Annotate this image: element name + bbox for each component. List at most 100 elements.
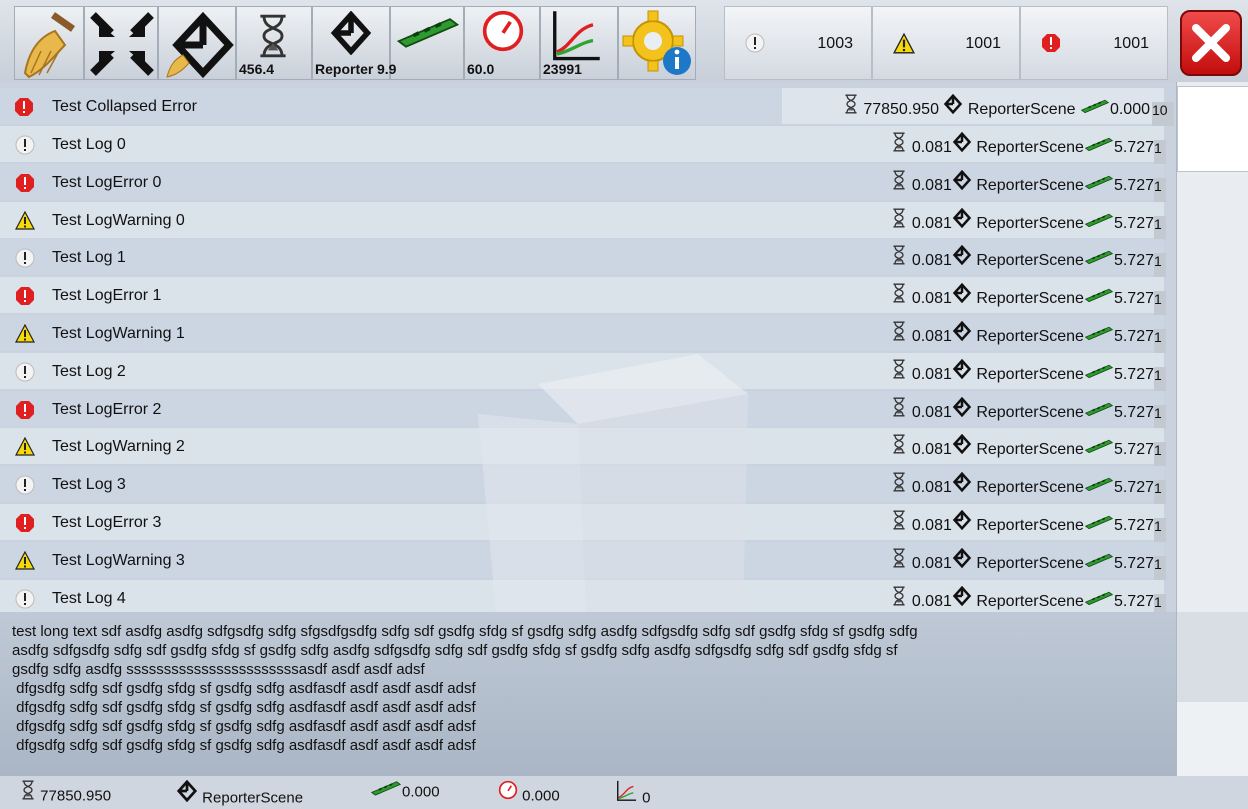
toolbar: 456.4 Reporter 9.9 60.0 23991 1003 1001 …: [0, 0, 1248, 82]
log-scene: ReporterScene: [967, 100, 1076, 118]
log-row[interactable]: Test LogError 3 0.081 ReporterScene 5.727…: [0, 504, 1166, 542]
detail-scrollbar-thumb[interactable]: [1177, 612, 1248, 702]
ram-icon: [1084, 552, 1114, 568]
log-time: 0.081: [911, 592, 952, 610]
log-count: 1: [1154, 518, 1166, 542]
memory-value: 9.9: [377, 61, 397, 77]
log-memory: 5.727: [1113, 554, 1154, 572]
log-count: 1: [1154, 215, 1166, 240]
log-message: Test LogWarning 2: [52, 438, 185, 456]
log-count: 1003: [817, 35, 853, 52]
collapsed-row[interactable]: Test Collapsed Error: [0, 88, 782, 124]
time-button[interactable]: 456.4: [236, 6, 312, 80]
unity-icon: [952, 510, 972, 530]
memory-button[interactable]: 9.9: [377, 6, 464, 80]
log-row[interactable]: Test Log 2 0.081 ReporterScene 5.727 1: [0, 352, 1166, 391]
log-row[interactable]: Test LogWarning 1 0.081 ReporterScene 5.7…: [0, 315, 1166, 353]
log-count: 10: [1152, 102, 1174, 126]
log-message: Test Log 4: [52, 589, 126, 607]
ram-icon: [370, 780, 402, 796]
log-time: 0.081: [911, 403, 952, 421]
collapse-button[interactable]: [84, 6, 158, 80]
log-row[interactable]: Test Log 0 0.081 ReporterScene 5.727 1: [0, 126, 1166, 164]
log-count: 1: [1154, 480, 1166, 505]
log-count: 1: [1154, 291, 1166, 316]
log-scene: ReporterScene: [976, 327, 1084, 345]
warning-icon: [14, 437, 36, 457]
log-row[interactable]: Test LogWarning 2 0.081 ReporterScene 5.7…: [0, 428, 1166, 467]
graph-button[interactable]: 23991: [540, 6, 618, 80]
log-time: 0.081: [911, 289, 952, 307]
log-count: 1: [1154, 593, 1166, 612]
log-toggle[interactable]: 1003: [724, 6, 872, 80]
hourglass-icon: [891, 132, 907, 152]
log-count: 1: [1154, 329, 1166, 353]
log-memory: 0.000: [1109, 100, 1150, 118]
log-time: 0.081: [911, 176, 952, 194]
log-icon: [745, 33, 765, 53]
log-message: Test Collapsed Error: [52, 98, 197, 115]
log-memory: 5.727: [1113, 441, 1154, 459]
log-row[interactable]: Test LogWarning 3 0.081 ReporterScene 5.7…: [0, 541, 1166, 580]
log-count: 1: [1154, 177, 1166, 202]
log-time: 0.081: [911, 138, 952, 156]
log-scene: ReporterScene: [976, 138, 1084, 156]
unity-broom-icon: [166, 11, 234, 79]
log-scrollbar[interactable]: [1176, 82, 1248, 612]
speedometer-icon: [481, 9, 525, 53]
log-memory: 5.727: [1113, 138, 1154, 156]
log-message: Test LogWarning 1: [52, 325, 185, 342]
hourglass-icon: [891, 283, 907, 303]
fps-button[interactable]: 60.0: [464, 6, 540, 80]
log-row[interactable]: Test LogWarning 0 0.081 ReporterScene 5.7…: [0, 201, 1166, 240]
warning-icon: [893, 33, 915, 55]
close-button[interactable]: [1180, 10, 1242, 76]
warning-icon: [14, 551, 36, 571]
log-message: Test Log 1: [52, 249, 126, 267]
log-row[interactable]: Test Log 4 0.081 ReporterScene 5.727 1: [0, 579, 1166, 612]
log-scene: ReporterScene: [976, 289, 1084, 307]
status-memory: 0.000: [402, 783, 440, 801]
clear-button[interactable]: [14, 6, 84, 80]
error-icon: [14, 513, 36, 533]
detail-scrollbar[interactable]: [1176, 612, 1248, 776]
log-row[interactable]: Test Log 3 0.081 ReporterScene 5.727 1: [0, 466, 1166, 505]
graph-icon: [614, 780, 638, 802]
warning-toggle[interactable]: 1001: [872, 6, 1020, 80]
log-icon: [14, 248, 36, 268]
log-scene: ReporterScene: [976, 214, 1084, 232]
error-icon: [1041, 33, 1061, 53]
hourglass-icon: [891, 245, 907, 265]
log-memory: 5.727: [1113, 365, 1154, 383]
log-row[interactable]: Test LogError 0 0.081 ReporterScene 5.727…: [0, 163, 1166, 202]
log-row[interactable]: Test LogError 2 0.081 ReporterScene 5.727…: [0, 390, 1166, 429]
error-count: 1001: [1113, 35, 1149, 52]
log-memory: 5.727: [1113, 176, 1154, 194]
error-icon: [14, 173, 36, 193]
collapsed-row-meta[interactable]: 77850.950 ReporterScene 0.000 10: [782, 88, 1174, 126]
unity-icon: [952, 434, 972, 454]
warning-icon: [14, 211, 36, 231]
hourglass-icon: [891, 208, 907, 228]
error-icon: [14, 97, 34, 117]
log-row[interactable]: Test Log 1 0.081 ReporterScene 5.727 1: [0, 239, 1166, 278]
log-row[interactable]: Test LogError 1 0.081 ReporterScene 5.727…: [0, 277, 1166, 316]
clear-on-new-scene-button[interactable]: [158, 6, 236, 80]
unity-icon: [329, 11, 373, 55]
log-time: 0.081: [911, 554, 952, 572]
scrollbar-thumb[interactable]: [1177, 86, 1248, 172]
log-message: Test LogWarning 0: [52, 211, 185, 229]
log-count: 1: [1154, 555, 1166, 580]
log-icon: [14, 135, 36, 155]
hourglass-icon: [891, 170, 907, 190]
info-button[interactable]: [618, 6, 696, 80]
log-time: 0.081: [911, 516, 952, 534]
hourglass-icon: [891, 510, 907, 530]
warning-count: 1001: [965, 35, 1001, 52]
log-scene: ReporterScene: [976, 478, 1084, 496]
log-message: Test LogError 1: [52, 287, 162, 305]
unity-icon: [952, 283, 972, 303]
error-toggle[interactable]: 1001: [1020, 6, 1168, 80]
log-message: Test LogError 2: [52, 400, 162, 418]
log-scene: ReporterScene: [976, 592, 1084, 610]
